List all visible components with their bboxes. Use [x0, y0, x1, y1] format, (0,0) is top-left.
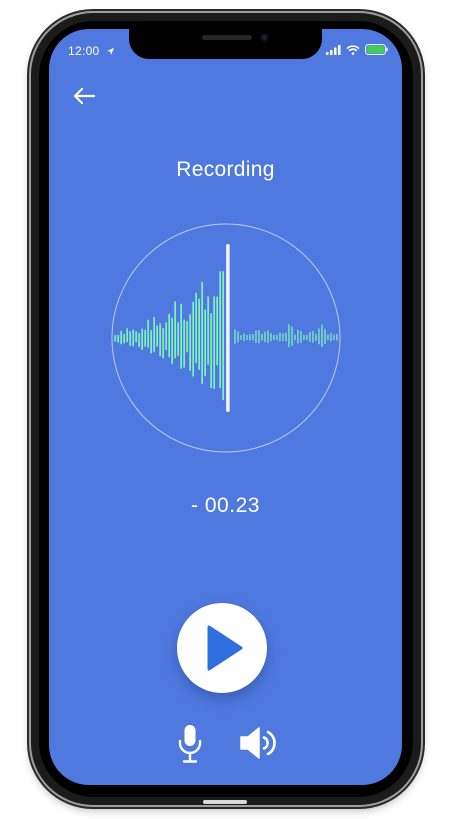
waveform-bar	[135, 331, 137, 343]
waveform-bar	[129, 330, 131, 347]
waveform-bar	[207, 296, 209, 366]
phone-screen: 12:00 Recording - 00.23	[49, 29, 402, 785]
waveform-bar	[312, 330, 314, 343]
device-stage: 12:00 Recording - 00.23	[0, 0, 450, 819]
back-arrow-icon	[73, 87, 96, 105]
waveform-bar	[159, 323, 161, 357]
waveform-bar	[213, 296, 215, 390]
waveform-bar	[222, 270, 224, 401]
waveform-bar	[201, 281, 203, 385]
waveform-bar	[303, 334, 305, 341]
waveform-bar	[234, 329, 236, 344]
waveform-bar	[264, 331, 266, 343]
notch	[129, 29, 322, 59]
waveform-bar	[330, 332, 332, 342]
waveform-bar	[321, 324, 323, 348]
wifi-icon	[346, 44, 360, 55]
status-time-label: 12:00	[68, 44, 100, 58]
front-camera	[260, 33, 269, 42]
waveform-bar	[333, 334, 335, 341]
waveform-bar	[186, 320, 188, 353]
waveform-bar	[123, 333, 125, 344]
waveform-bar	[183, 319, 185, 368]
waveform-bar	[147, 319, 149, 348]
waveform-bar	[141, 328, 143, 351]
play-button[interactable]	[177, 603, 267, 693]
waveform-bar	[237, 331, 239, 343]
waveform-bar	[285, 332, 287, 342]
location-arrow-icon	[107, 47, 115, 56]
back-button[interactable]	[71, 85, 97, 107]
waveform-bar	[279, 332, 281, 342]
waveform-bar	[261, 333, 263, 341]
waveform-bar	[138, 332, 140, 348]
speaker-icon	[240, 727, 276, 759]
waveform-bar	[168, 313, 170, 358]
waveform-visualizer	[110, 222, 342, 454]
microphone-button[interactable]	[177, 724, 203, 766]
playhead	[226, 244, 230, 412]
waveform-bar	[246, 334, 248, 341]
waveform-bar	[267, 330, 269, 344]
waveform-bar	[258, 329, 260, 344]
time-remaining: - 00.23	[191, 494, 260, 517]
status-icons	[326, 44, 388, 55]
waveform-bar	[255, 330, 257, 344]
earpiece	[202, 35, 252, 40]
waveform-bar	[195, 292, 197, 364]
waveform-bar	[315, 333, 317, 341]
waveform-bar	[114, 334, 116, 342]
waveform-bar	[174, 301, 176, 359]
signal-icon	[326, 44, 341, 55]
waveform-bar	[171, 317, 173, 365]
waveform-bar	[291, 326, 293, 346]
waveform-bar	[165, 322, 167, 351]
play-icon	[207, 625, 243, 671]
waveform-bar	[282, 333, 284, 342]
waveform-bar	[249, 334, 251, 341]
waveform-bar	[273, 334, 275, 341]
waveform-svg	[111, 223, 341, 453]
waveform-bar	[306, 334, 308, 341]
waveform-bar	[327, 334, 329, 341]
waveform-bar	[240, 334, 242, 341]
waveform-bar	[180, 303, 182, 370]
microphone-icon	[178, 725, 202, 763]
waveform-bar	[243, 333, 245, 342]
waveform-bar	[198, 298, 200, 370]
waveform-bars	[114, 270, 338, 401]
waveform-bar	[297, 329, 299, 344]
waveform-bar	[270, 332, 272, 342]
waveform-bar	[144, 329, 146, 347]
page-title: Recording	[176, 158, 275, 181]
waveform-bar	[309, 331, 311, 343]
waveform-bar	[318, 328, 320, 345]
waveform-bar	[204, 309, 206, 377]
waveform-bar	[276, 334, 278, 341]
waveform-bar	[162, 327, 164, 359]
battery-icon	[365, 44, 388, 55]
waveform-bar	[192, 301, 194, 377]
speaker-button[interactable]	[239, 725, 279, 761]
waveform-bar	[210, 313, 212, 389]
home-indicator	[203, 800, 247, 804]
waveform-bar	[156, 325, 158, 347]
waveform-bar	[288, 323, 290, 348]
waveform-bar	[324, 328, 326, 345]
waveform-bar	[177, 322, 179, 357]
waveform-bar	[126, 328, 128, 343]
waveform-bar	[150, 329, 152, 354]
waveform-bar	[294, 334, 296, 341]
waveform-bar	[120, 330, 122, 345]
waveform-bar	[300, 330, 302, 343]
waveform-bar	[252, 333, 254, 341]
waveform-bar	[132, 329, 134, 347]
waveform-bar	[216, 296, 218, 366]
waveform-bar	[117, 334, 119, 343]
waveform-bar	[153, 316, 155, 353]
waveform-bar	[219, 270, 221, 389]
status-time: 12:00	[68, 44, 115, 58]
waveform-bar	[336, 333, 338, 341]
waveform-bar	[189, 313, 191, 372]
